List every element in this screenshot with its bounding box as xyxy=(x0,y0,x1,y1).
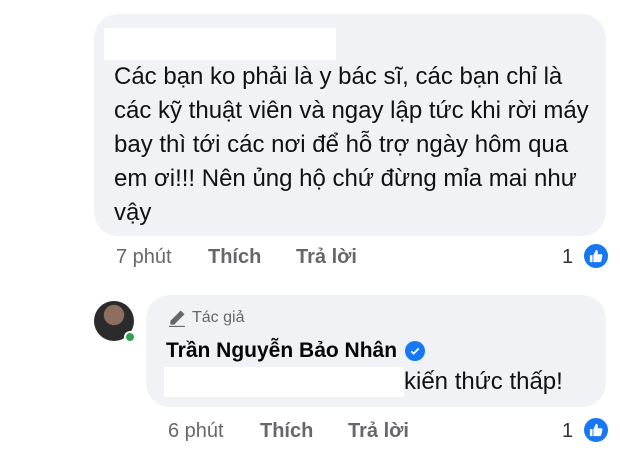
reply-button[interactable]: Trả lời xyxy=(296,246,357,269)
comment-text: kiến thức thấp! xyxy=(404,368,563,395)
like-button[interactable]: Thích xyxy=(208,246,261,269)
comment-text: Các bạn ko phải là y bác sĩ, các bạn chỉ… xyxy=(114,63,589,226)
like-button[interactable]: Thích xyxy=(260,420,313,443)
verified-check-icon xyxy=(405,341,426,361)
online-status-dot xyxy=(124,331,136,343)
like-thumb-icon[interactable] xyxy=(584,418,608,442)
like-thumb-icon[interactable] xyxy=(584,244,608,268)
reply-button[interactable]: Trả lời xyxy=(348,420,409,443)
comment-bubble-2: Tác giả Trần Nguyễn Bảo Nhân kiến thức t… xyxy=(146,295,606,407)
like-count[interactable]: 1 xyxy=(562,246,573,269)
author-name[interactable]: Trần Nguyễn Bảo Nhân xyxy=(166,339,397,363)
comment-time[interactable]: 6 phút xyxy=(168,420,224,443)
comment-actions-1: 7 phút Thích Trả lời xyxy=(116,246,376,270)
comment-actions-2: 6 phút Thích Trả lời xyxy=(168,420,428,444)
pencil-icon xyxy=(169,310,185,327)
redacted-mention xyxy=(164,367,404,397)
comment-bubble-1: Các bạn ko phải là y bác sĩ, các bạn chỉ… xyxy=(94,14,606,236)
redacted-author-name xyxy=(104,28,336,60)
author-badge-label: Tác giả xyxy=(192,309,245,326)
avatar[interactable] xyxy=(94,301,136,343)
author-name-row: Trần Nguyễn Bảo Nhân xyxy=(166,339,426,363)
author-badge: Tác giả xyxy=(168,309,244,327)
comment-time[interactable]: 7 phút xyxy=(116,246,172,269)
like-count[interactable]: 1 xyxy=(562,420,573,443)
